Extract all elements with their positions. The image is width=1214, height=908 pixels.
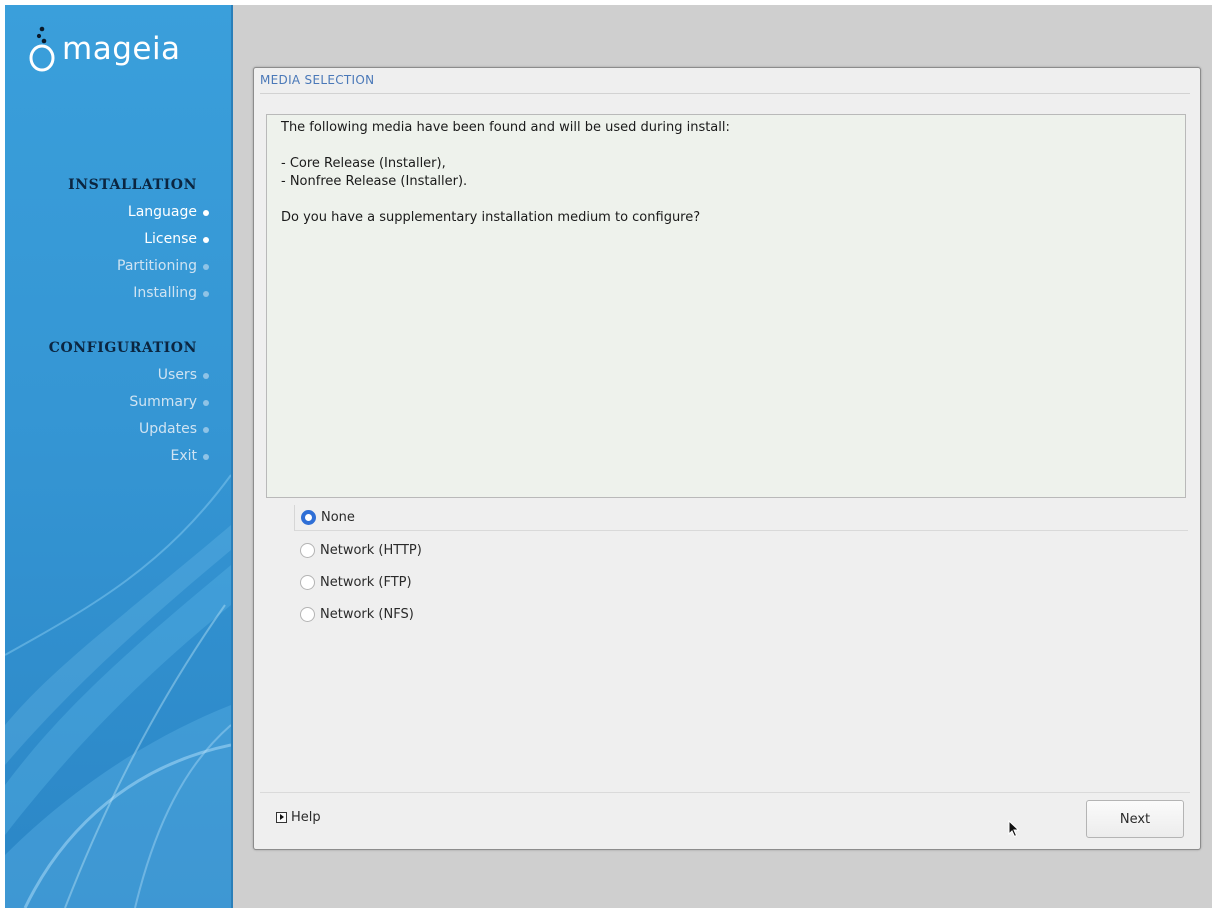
- sidebar: mageia INSTALLATION Language License Parti…: [5, 5, 233, 908]
- step-status-dot-icon: [203, 427, 209, 433]
- step-status-dot-icon: [203, 291, 209, 297]
- message-box: The following media have been found and …: [266, 114, 1186, 498]
- sidebar-item-installing: Installing: [133, 285, 197, 301]
- step-status-dot-icon: [203, 264, 209, 270]
- sidebar-background-art: [5, 474, 231, 908]
- sidebar-item-exit: Exit: [170, 448, 197, 464]
- footer-divider: [260, 792, 1190, 793]
- configuration-heading: CONFIGURATION: [48, 340, 197, 356]
- help-expander-icon: [276, 812, 287, 823]
- next-button[interactable]: Next: [1086, 800, 1184, 838]
- radio-icon[interactable]: [300, 606, 315, 622]
- sidebar-item-partitioning: Partitioning: [117, 258, 197, 274]
- media-item: - Core Release (Installer),: [281, 156, 446, 171]
- radio-option-label: Network (FTP): [320, 574, 412, 590]
- step-status-dot-icon: [203, 373, 209, 379]
- radio-icon[interactable]: [301, 510, 316, 525]
- step-status-dot-icon: [203, 210, 209, 216]
- sidebar-item-users: Users: [157, 367, 197, 383]
- radio-option[interactable]: None: [294, 505, 1188, 531]
- page-title: MEDIA SELECTION: [260, 73, 375, 87]
- message-spacer: [281, 191, 1171, 209]
- radio-icon[interactable]: [300, 574, 315, 590]
- message-question: Do you have a supplementary installation…: [281, 210, 701, 225]
- radio-option-label: Network (NFS): [320, 606, 414, 622]
- mouse-pointer-icon: [1008, 820, 1020, 838]
- radio-option[interactable]: Network (HTTP): [294, 537, 1188, 563]
- mageia-logo: mageia: [27, 15, 181, 73]
- sidebar-item-language: Language: [127, 204, 197, 220]
- sidebar-item-updates: Updates: [139, 421, 197, 437]
- help-label: Help: [291, 810, 321, 825]
- sidebar-item-license: License: [144, 231, 197, 247]
- radio-option[interactable]: Network (FTP): [294, 569, 1188, 595]
- media-item: - Nonfree Release (Installer).: [281, 174, 468, 189]
- help-expander[interactable]: Help: [276, 810, 321, 825]
- step-status-dot-icon: [203, 454, 209, 460]
- step-status-dot-icon: [203, 400, 209, 406]
- installation-heading: INSTALLATION: [68, 177, 197, 193]
- sidebar-item-summary: Summary: [129, 394, 197, 410]
- mageia-logo-icon: [27, 15, 57, 73]
- step-status-dot-icon: [203, 237, 209, 243]
- title-divider: [260, 93, 1190, 94]
- media-selection-panel: MEDIA SELECTION The following media have…: [253, 67, 1201, 850]
- installer-window: mageia INSTALLATION Language License Parti…: [5, 5, 1212, 908]
- radio-icon[interactable]: [300, 542, 315, 558]
- mageia-logo-text: mageia: [62, 31, 181, 67]
- message-spacer: [281, 137, 1171, 155]
- message-intro: The following media have been found and …: [281, 120, 730, 135]
- radio-option[interactable]: Network (NFS): [294, 601, 1188, 627]
- radio-option-label: Network (HTTP): [320, 542, 422, 558]
- radio-option-label: None: [321, 510, 355, 525]
